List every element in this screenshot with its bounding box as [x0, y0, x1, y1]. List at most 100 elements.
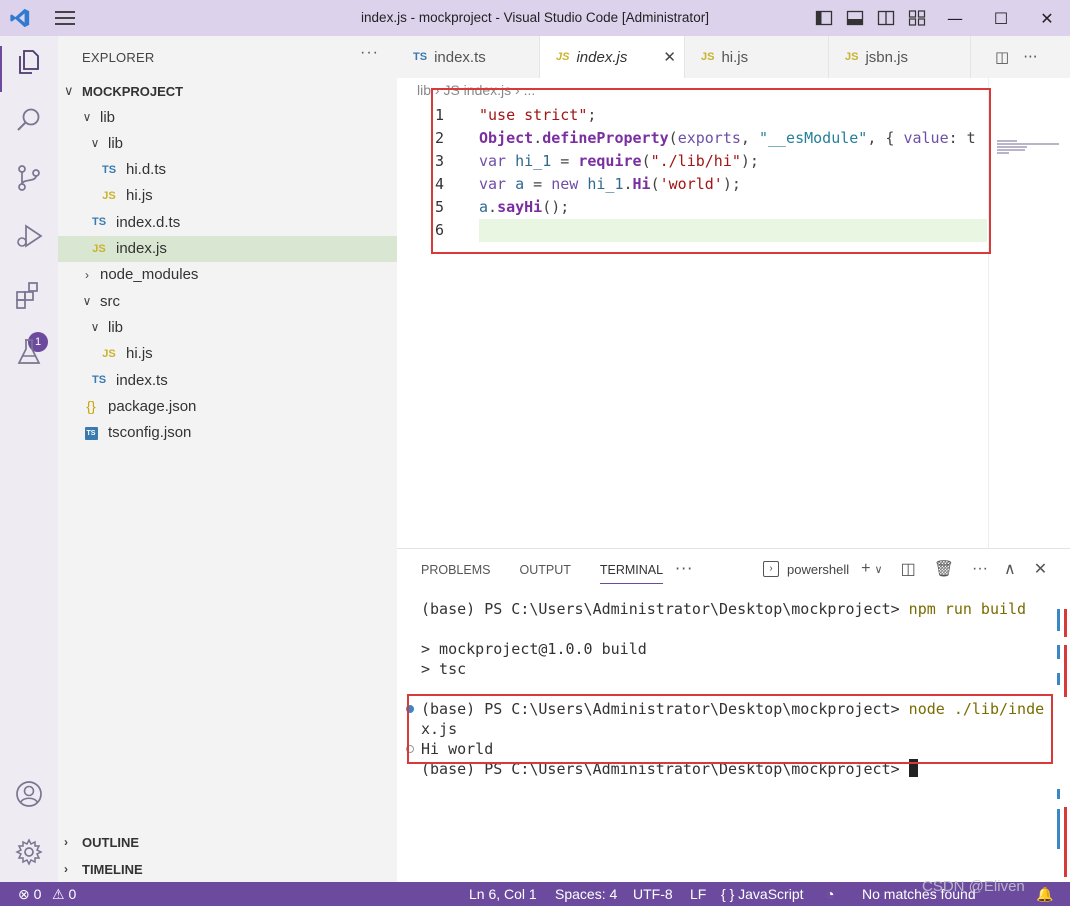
toggle-sidebar-icon[interactable]	[815, 9, 833, 27]
explorer-more-actions-icon[interactable]: ···	[360, 44, 379, 62]
editor-tab[interactable]: JS index.js ✕	[540, 36, 685, 78]
editor-more-icon[interactable]: ···	[1023, 48, 1037, 66]
maximize-button[interactable]: ☐	[978, 0, 1024, 36]
tree-folder[interactable]: ∨ lib	[58, 130, 397, 156]
minimap[interactable]	[988, 78, 1070, 548]
language-mode[interactable]: { } JavaScript	[721, 886, 804, 902]
terminal-text: > tsc	[421, 660, 467, 678]
indentation[interactable]: Spaces: 4	[555, 886, 617, 902]
source-control-icon[interactable]	[13, 162, 45, 194]
end-of-line[interactable]: LF	[690, 886, 706, 902]
tree-file[interactable]: TS index.d.ts	[58, 209, 397, 235]
split-terminal-icon[interactable]: ◫	[901, 559, 916, 579]
terminal-line: > tsc	[421, 659, 466, 679]
trash-icon[interactable]: 🗑	[934, 559, 954, 579]
editor-tabs: TS index.ts JS index.js ✕ JS hi.js JS jsbn.js	[397, 36, 1070, 78]
testing-icon[interactable]	[13, 336, 45, 368]
customize-layout-icon[interactable]	[908, 9, 926, 27]
editor-tab[interactable]: JS jsbn.js	[829, 36, 971, 78]
toggle-panel-icon[interactable]	[846, 9, 864, 27]
timeline-label: TIMELINE	[82, 861, 143, 877]
chevron-down-icon[interactable]: ∨	[875, 563, 883, 576]
tree-item-label: lib	[108, 318, 124, 336]
tab-label: index.js	[576, 48, 628, 66]
close-panel-icon[interactable]: ✕	[1034, 559, 1047, 579]
javascript-file-icon: JS	[102, 347, 116, 360]
new-terminal-plus-icon[interactable]: +	[861, 560, 870, 578]
account-icon[interactable]	[13, 778, 45, 810]
panel-actions: › powershell + ∨ ◫ 🗑 ··· ∧ ✕	[763, 559, 1047, 579]
chevron-right-icon: ›	[64, 835, 68, 849]
cursor-position[interactable]: Ln 6, Col 1	[469, 886, 537, 902]
editor-tab[interactable]: TS index.ts	[397, 36, 540, 78]
chevron-down-icon: ∨	[82, 294, 92, 309]
tree-file[interactable]: JS index.js	[58, 235, 397, 262]
tree-file[interactable]: TS hi.d.ts	[58, 157, 397, 183]
chevron-right-icon: ›	[64, 862, 68, 876]
minimize-button[interactable]: —	[932, 0, 978, 36]
tree-folder[interactable]: › node_modules	[58, 262, 397, 288]
title-bar: index.js - mockproject - Visual Studio C…	[0, 0, 1070, 36]
panel-more-icon[interactable]: ···	[675, 559, 693, 578]
chevron-down-icon: ∨	[90, 320, 100, 335]
highlight-box-terminal	[407, 694, 1053, 764]
panel-tab-terminal[interactable]: TERMINAL	[599, 563, 664, 584]
encoding[interactable]: UTF-8	[633, 886, 673, 902]
active-indicator	[0, 46, 2, 92]
tree-file[interactable]: {} package.json	[58, 393, 397, 419]
watermark: CSDN @Eliven	[922, 878, 1025, 895]
tree-item-label: src	[100, 292, 120, 310]
chevron-down-icon: ∨	[64, 83, 74, 98]
chevron-down-icon: ∨	[82, 110, 92, 124]
toggle-secondary-sidebar-icon[interactable]	[877, 9, 895, 27]
outline-label: OUTLINE	[82, 834, 140, 850]
project-folder-header[interactable]: ∨ MOCKPROJECT	[58, 80, 397, 102]
maximize-panel-icon[interactable]: ∧	[1004, 559, 1016, 579]
explorer-title: EXPLORER	[82, 50, 155, 65]
warnings-count[interactable]: ⚠ 0	[52, 886, 76, 903]
typescript-file-icon: TS	[413, 51, 428, 63]
tree-item-label: hi.js	[126, 187, 153, 205]
panel-tab-output[interactable]: OUTPUT	[519, 563, 570, 584]
split-editor-icon[interactable]: ◫	[995, 48, 1009, 66]
tsconfig-file-icon: TS	[80, 426, 102, 440]
panel-more-actions-icon[interactable]: ···	[972, 560, 988, 578]
close-tab-icon[interactable]: ✕	[663, 48, 676, 66]
explorer-icon[interactable]	[13, 46, 45, 78]
terminal-text: (base) PS C:\Users\Administrator\Desktop…	[421, 600, 909, 618]
activity-bar: 1	[0, 36, 58, 882]
tree-file[interactable]: TS tsconfig.json	[58, 420, 397, 446]
terminal-line: > mockproject@1.0.0 build	[421, 639, 647, 659]
terminal-command: npm run build	[908, 600, 1027, 618]
close-window-button[interactable]: ✕	[1024, 0, 1070, 36]
tree-folder[interactable]: ∨ lib	[58, 104, 397, 130]
javascript-file-icon: JS	[845, 51, 859, 63]
run-debug-icon[interactable]	[13, 220, 45, 252]
outline-section[interactable]: › OUTLINE	[58, 829, 397, 855]
tree-file[interactable]: JS hi.js	[58, 341, 397, 367]
status-bar: ⊗ 0 ⚠ 0 Ln 6, Col 1 Spaces: 4 UTF-8 LF {…	[0, 882, 1070, 906]
search-icon[interactable]	[13, 104, 45, 136]
tree-item-label: node_modules	[100, 266, 199, 284]
tree-item-label: lib	[108, 134, 124, 152]
copilot-icon[interactable]: ◔	[826, 886, 834, 902]
tree-file[interactable]: TS index.ts	[58, 367, 397, 393]
editor-actions: ◫ ···	[995, 36, 1038, 78]
bell-icon[interactable]: 🔔	[1036, 886, 1053, 903]
terminal-text: > mockproject@1.0.0 build	[421, 640, 647, 658]
tree-file[interactable]: JS hi.js	[58, 183, 397, 209]
tree-item-label: index.js	[116, 240, 167, 257]
tree-folder[interactable]: ∨ lib	[58, 314, 397, 340]
extensions-icon[interactable]	[13, 280, 45, 312]
editor-tab[interactable]: JS hi.js	[685, 36, 829, 78]
tree-item-label: index.d.ts	[116, 213, 181, 231]
panel-tab-problems[interactable]: PROBLEMS	[421, 563, 490, 584]
terminal-shell-name[interactable]: powershell	[787, 562, 849, 577]
settings-gear-icon[interactable]	[13, 836, 45, 868]
timeline-section[interactable]: › TIMELINE	[58, 856, 397, 882]
tree-item-label: hi.js	[126, 345, 153, 363]
tree-folder[interactable]: ∨ src	[58, 288, 397, 314]
tree-item-label: index.ts	[116, 371, 168, 389]
tree-item-label: lib	[100, 108, 116, 126]
errors-count[interactable]: ⊗ 0	[18, 886, 41, 903]
